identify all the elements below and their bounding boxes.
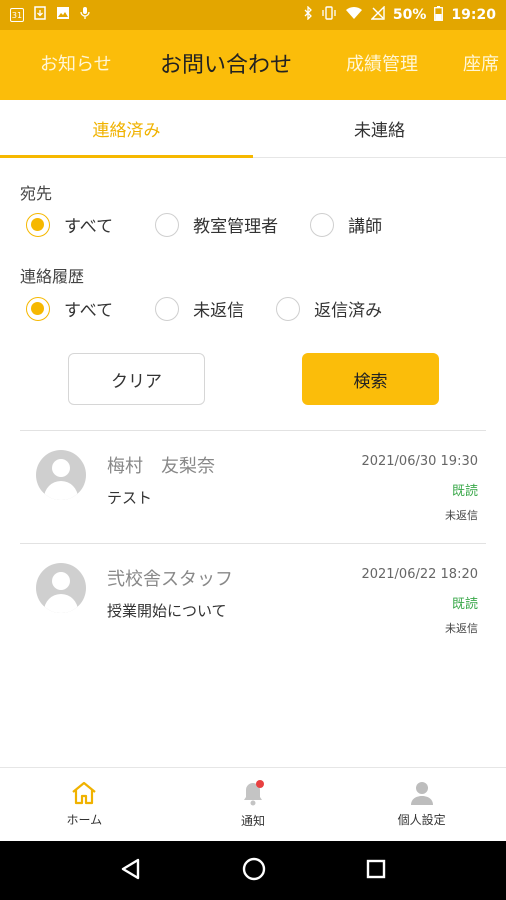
nav-settings[interactable]: 個人設定 [337,768,506,841]
radio-label: すべて [64,217,114,237]
history-option-all[interactable]: すべて [26,296,113,321]
divider [20,543,486,544]
history-option-replied[interactable]: 返信済み [276,296,382,321]
recents-icon[interactable] [365,858,387,884]
search-button[interactable]: 検索 [302,353,439,405]
bottom-nav: ホーム 通知 個人設定 [0,767,506,841]
radio-label: 教室管理者 [193,217,279,237]
list-item[interactable]: 弐校舎スタッフ 授業開始について 2021/06/22 18:20 既読 未返信 [20,545,486,655]
tab-notices[interactable]: お知らせ [40,50,112,76]
nav-home[interactable]: ホーム [0,768,169,841]
message-subject: 授業開始について [107,602,227,620]
history-option-unreplied[interactable]: 未返信 [155,296,244,321]
tab-contacted[interactable]: 連絡済み [0,100,253,158]
top-nav: お知らせ お問い合わせ 成績管理 座席 [0,30,506,100]
nav-label: ホーム [66,813,103,827]
avatar [36,450,86,500]
radio-unchecked-icon [155,296,180,321]
history-options: すべて 未返信 返信済み [26,296,382,321]
reply-status: 未返信 [445,509,478,522]
destination-option-all[interactable]: すべて [26,212,113,237]
nav-label: 個人設定 [397,813,446,827]
home-icon [71,781,97,805]
destination-label: 宛先 [20,184,53,203]
tab-grades[interactable]: 成績管理 [346,50,418,76]
radio-label: すべて [64,301,114,321]
sender-name: 弐校舎スタッフ [107,569,233,590]
wifi-icon [345,6,363,24]
divider [20,430,486,431]
calendar-icon: 31 [10,8,24,22]
radio-unchecked-icon [310,212,335,237]
bell-icon [240,780,266,806]
destination-option-manager[interactable]: 教室管理者 [155,212,278,237]
tab-not-contacted[interactable]: 未連絡 [253,100,506,157]
clear-button[interactable]: クリア [68,353,205,405]
nav-notifications[interactable]: 通知 [169,768,338,841]
message-date: 2021/06/30 19:30 [361,454,478,469]
destination-options: すべて 教室管理者 講師 [26,212,382,237]
sub-tabs: 連絡済み 未連絡 [0,100,506,158]
avatar [36,563,86,613]
read-status: 既読 [451,484,478,499]
radio-checked-icon [26,296,50,321]
nav-label: 通知 [241,814,266,828]
radio-label: 講師 [348,217,383,237]
message-date: 2021/06/22 18:20 [361,567,478,582]
vibrate-icon [321,6,337,24]
home-button-icon[interactable] [241,856,267,886]
radio-unchecked-icon [155,212,180,237]
back-icon[interactable] [119,857,143,885]
no-signal-icon [370,5,385,24]
destination-option-teacher[interactable]: 講師 [310,212,382,237]
read-status: 既読 [451,597,478,612]
person-icon [409,781,435,805]
download-icon [34,6,46,24]
history-label: 連絡履歴 [20,267,85,286]
tab-seats[interactable]: 座席 [463,50,499,76]
image-icon [56,6,70,24]
battery-percent: 50% [392,7,427,23]
list-item[interactable]: 梅村 友梨奈 テスト 2021/06/30 19:30 既読 未返信 [20,432,486,542]
bluetooth-icon [303,5,313,24]
sender-name: 梅村 友梨奈 [107,456,215,477]
radio-unchecked-icon [276,296,301,321]
microphone-icon [80,6,90,24]
battery-icon [434,5,444,25]
radio-label: 未返信 [193,301,245,321]
android-nav-bar [0,841,506,900]
tab-inquiries[interactable]: お問い合わせ [160,47,292,79]
radio-label: 返信済み [314,301,383,321]
status-bar: 31 50% 19:20 [0,0,506,30]
reply-status: 未返信 [445,622,478,635]
message-subject: テスト [107,489,153,507]
clock: 19:20 [451,7,496,23]
radio-checked-icon [26,212,50,237]
